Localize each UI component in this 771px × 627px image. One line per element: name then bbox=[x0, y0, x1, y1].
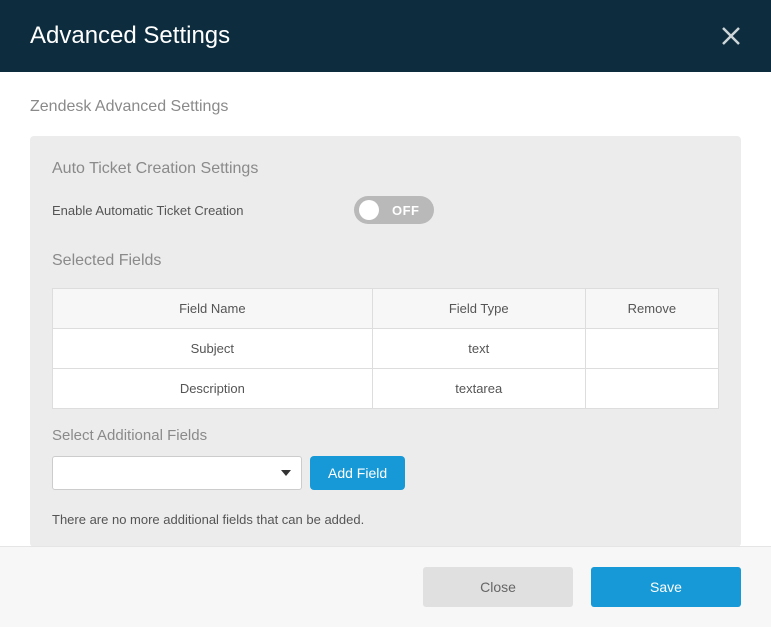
table-header-row: Field Name Field Type Remove bbox=[53, 289, 719, 329]
select-row: Add Field bbox=[52, 456, 719, 490]
auto-ticket-label: Enable Automatic Ticket Creation bbox=[52, 203, 244, 218]
toggle-state-text: OFF bbox=[392, 203, 420, 218]
col-field-type: Field Type bbox=[372, 289, 585, 329]
cell-field-name: Description bbox=[53, 369, 373, 409]
toggle-knob bbox=[359, 200, 379, 220]
cell-remove bbox=[585, 329, 718, 369]
settings-panel: Auto Ticket Creation Settings Enable Aut… bbox=[30, 136, 741, 547]
modal-title: Advanced Settings bbox=[30, 22, 230, 50]
auto-ticket-toggle[interactable]: OFF bbox=[354, 196, 434, 224]
auto-ticket-heading: Auto Ticket Creation Settings bbox=[52, 160, 719, 178]
add-field-button[interactable]: Add Field bbox=[310, 456, 405, 490]
table-row: Description textarea bbox=[53, 369, 719, 409]
toggle-row: Enable Automatic Ticket Creation OFF bbox=[52, 196, 719, 224]
col-field-name: Field Name bbox=[53, 289, 373, 329]
page-subtitle: Zendesk Advanced Settings bbox=[0, 72, 771, 136]
additional-field-select[interactable] bbox=[52, 456, 302, 490]
cell-remove bbox=[585, 369, 718, 409]
close-button[interactable]: Close bbox=[423, 567, 573, 607]
modal-footer: Close Save bbox=[0, 546, 771, 627]
save-button[interactable]: Save bbox=[591, 567, 741, 607]
select-additional-heading: Select Additional Fields bbox=[52, 427, 719, 444]
no-more-fields-message: There are no more additional fields that… bbox=[52, 512, 719, 527]
cell-field-name: Subject bbox=[53, 329, 373, 369]
modal-header: Advanced Settings bbox=[0, 0, 771, 72]
fields-table: Field Name Field Type Remove Subject tex… bbox=[52, 288, 719, 409]
cell-field-type: text bbox=[372, 329, 585, 369]
selected-fields-heading: Selected Fields bbox=[52, 252, 719, 270]
table-row: Subject text bbox=[53, 329, 719, 369]
col-remove: Remove bbox=[585, 289, 718, 329]
cell-field-type: textarea bbox=[372, 369, 585, 409]
close-icon[interactable] bbox=[721, 26, 741, 46]
